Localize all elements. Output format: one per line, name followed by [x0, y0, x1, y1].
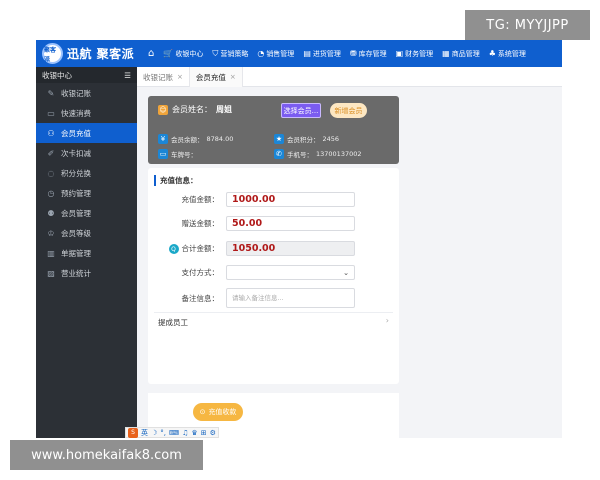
recharge-amount-input[interactable]: 1000.00: [226, 192, 355, 207]
close-icon[interactable]: ×: [177, 73, 183, 81]
add-member-button[interactable]: 新增会员: [330, 103, 367, 118]
sidebar-item-cashier-record[interactable]: ✎ 收银记账: [36, 83, 137, 103]
remark-row: 备注信息： 请输入备注信息...: [148, 288, 355, 308]
tab-member-recharge[interactable]: 会员充值 ×: [189, 67, 243, 87]
member-phone: ✆ 手机号： 13700137002: [274, 149, 362, 159]
remark-input[interactable]: 请输入备注信息...: [226, 288, 355, 308]
moon-icon[interactable]: ☽: [151, 429, 157, 437]
member-balance: ¥ 会员余额： 8784.00: [158, 134, 233, 144]
nav-item-sales[interactable]: ◔ 销售管理: [257, 49, 294, 59]
sidebar-item-member-levels[interactable]: ♔ 会员等级: [36, 223, 137, 243]
chevron-right-icon[interactable]: ›: [386, 316, 389, 325]
edit-icon: ✎: [47, 88, 55, 98]
tab-cashier-record[interactable]: 收银记账 ×: [137, 67, 190, 87]
stats-icon: ▨: [47, 268, 55, 278]
sidebar-item-members[interactable]: ⚉ 会员管理: [36, 203, 137, 223]
member-info-card: ☺ 会员姓名： 周姐 选择会员... 新增会员 ¥ 会员余额： 8784.00 …: [148, 96, 399, 164]
recharge-form: 充值信息： 充值金额： 1000.00 赠送金额： 50.00 Q 合计金额： 1…: [148, 168, 399, 384]
sidebar-item-card-deduct[interactable]: ✐ 次卡扣减: [36, 143, 137, 163]
nav-item-finance[interactable]: ▣ 财务管理: [396, 49, 434, 59]
commission-staff-label[interactable]: 提成员工: [158, 317, 188, 328]
users-icon: ⚉: [47, 208, 55, 218]
qq-icon: Q: [168, 244, 179, 255]
phone-icon: ✆: [274, 149, 284, 159]
clock-icon: ◷: [47, 188, 55, 198]
sidebar-item-business-stats[interactable]: ▨ 营业统计: [36, 263, 137, 283]
menu-icon[interactable]: ☰: [124, 71, 131, 80]
wallet-icon: ¥: [158, 134, 168, 144]
main-nav: ⌂ 🛒 收银中心 ⛉ 营销策略 ◔ 销售管理 ▤ 进货管理 ⛃ 库存管理 ▣ 财务管理 ▦ 商…: [148, 40, 526, 67]
card-icon: ✐: [47, 148, 55, 158]
user-icon: ⚇: [47, 128, 55, 138]
member-name: ☺ 会员姓名： 周姐: [158, 104, 232, 115]
logo: 聚客派 迅航 聚客派: [42, 43, 134, 64]
warehouse-icon: ⛃: [349, 49, 357, 58]
select-member-button[interactable]: 选择会员...: [281, 103, 321, 118]
total-amount-field: 1050.00: [226, 241, 355, 256]
watermark-tg: TG: MYYJJPP: [465, 10, 590, 40]
close-icon[interactable]: ×: [230, 73, 236, 81]
ime-mode[interactable]: 英: [141, 428, 148, 438]
users-icon: ♣: [488, 49, 496, 58]
tag-icon: ▦: [442, 49, 450, 58]
payment-row: 支付方式： ⌄: [148, 265, 355, 280]
nav-item-system[interactable]: ♣ 系统管理: [489, 49, 526, 59]
document-icon: ▥: [47, 248, 55, 258]
member-name-value: 周姐: [216, 105, 232, 114]
logo-text: 迅航 聚客派: [67, 47, 135, 61]
sidebar: 收银中心 ☰ ✎ 收银记账 ▭ 快速消费 ⚇ 会员充值 ✐ 次卡扣减 ◌ 积分兑换 ◷ 预约…: [36, 67, 137, 438]
sidebar-item-points-exchange[interactable]: ◌ 积分兑换: [36, 163, 137, 183]
sidebar-title: 收银中心: [42, 70, 72, 80]
nav-item-purchase[interactable]: ▤ 进货管理: [303, 49, 341, 59]
nav-item-marketing[interactable]: ⛉ 营销策略: [212, 49, 248, 59]
check-circle-icon: ⊙: [199, 408, 206, 416]
member-points: ★ 会员积分： 2456: [274, 134, 340, 144]
gift-icon: ⛉: [212, 48, 219, 58]
settings-icon[interactable]: ⚙: [210, 429, 216, 437]
car-icon: ▭: [158, 149, 168, 159]
ime-logo-icon: S: [128, 427, 138, 438]
recharge-submit-button[interactable]: ⊙ 充值收款: [193, 403, 243, 421]
payment-method-select[interactable]: ⌄: [226, 265, 355, 280]
user-icon: ☺: [158, 104, 168, 115]
sidebar-header: 收银中心 ☰: [36, 67, 137, 83]
divider: [154, 312, 393, 313]
chart-icon: ◔: [257, 49, 265, 58]
nav-item-cashier[interactable]: 🛒 收银中心: [163, 49, 203, 59]
chevron-down-icon: ⌄: [343, 268, 349, 277]
points-icon: ★: [274, 134, 284, 144]
keyboard-icon[interactable]: ⌨: [169, 429, 179, 437]
logo-seal: 聚客派: [42, 43, 63, 64]
cart-icon: 🛒: [163, 49, 174, 58]
sidebar-item-documents[interactable]: ▥ 单据管理: [36, 243, 137, 263]
grid-icon[interactable]: ⊞: [201, 429, 207, 437]
money-icon: ▣: [395, 49, 404, 58]
member-plate: ▭ 车牌号：: [158, 149, 197, 159]
nav-item-products[interactable]: ▦ 商品管理: [442, 49, 480, 59]
amount-row: 充值金额： 1000.00: [148, 192, 355, 207]
total-row: Q 合计金额： 1050.00: [148, 241, 355, 256]
top-navbar: 聚客派 迅航 聚客派 ⌂ 🛒 收银中心 ⛉ 营销策略 ◔ 销售管理 ▤ 进货管理 ⛃ 库存…: [36, 40, 562, 67]
level-icon: ♔: [47, 228, 55, 238]
watermark-url: www.homekaifak8.com: [10, 440, 203, 470]
bonus-row: 赠送金额： 50.00: [148, 216, 355, 231]
sidebar-item-appointments[interactable]: ◷ 预约管理: [36, 183, 137, 203]
mic-icon[interactable]: ♫: [182, 429, 188, 437]
ime-toolbar[interactable]: S 英 ☽ °, ⌨ ♫ ♛ ⊞ ⚙: [125, 427, 219, 438]
gift-icon: ◌: [47, 168, 55, 178]
section-title: 充值信息：: [154, 175, 198, 186]
box-icon: ▤: [303, 49, 311, 58]
nav-item-inventory[interactable]: ⛃ 库存管理: [350, 49, 387, 59]
skin-icon[interactable]: ♛: [191, 429, 197, 437]
bonus-amount-input[interactable]: 50.00: [226, 216, 355, 231]
sidebar-item-quick-consume[interactable]: ▭ 快速消费: [36, 103, 137, 123]
home-icon[interactable]: ⌂: [148, 48, 154, 59]
punctuation-icon[interactable]: °,: [160, 429, 166, 437]
sidebar-item-member-recharge[interactable]: ⚇ 会员充值: [36, 123, 137, 143]
tab-bar: 收银记账 × 会员充值 ×: [137, 67, 562, 87]
receipt-icon: ▭: [47, 108, 55, 118]
